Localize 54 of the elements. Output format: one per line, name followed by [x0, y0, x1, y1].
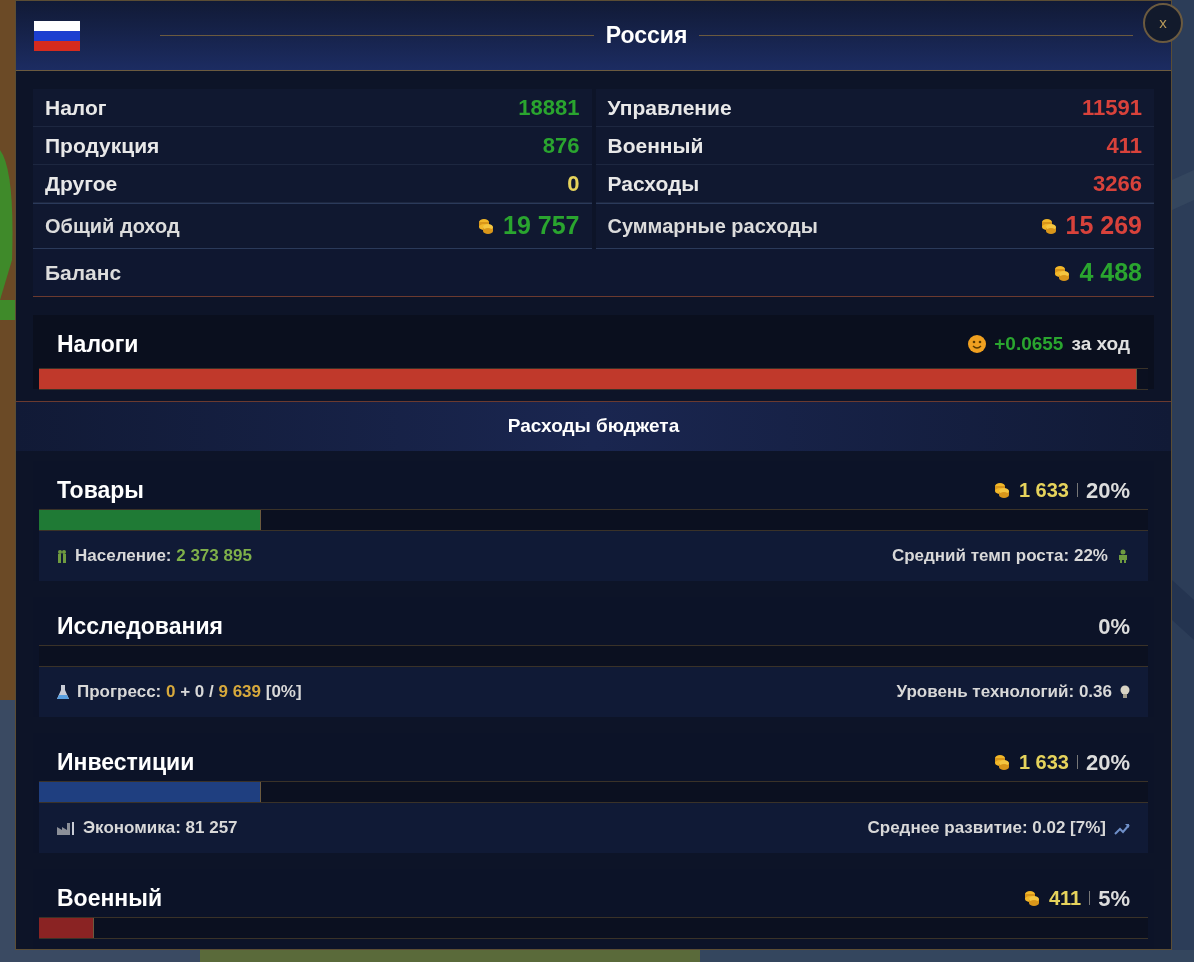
section-title: Налоги	[57, 330, 139, 360]
coins-icon	[1022, 889, 1041, 907]
stat-value: 0	[567, 170, 580, 198]
people-icon	[57, 549, 67, 563]
info-text: Экономика: 81 257	[83, 817, 238, 840]
section-title: Расходы бюджета	[507, 414, 680, 439]
info-text: Средний темп роста: 22%	[891, 545, 1108, 568]
stat-value: 4 488	[1079, 256, 1142, 288]
stat-value: 3266	[1093, 170, 1142, 198]
stat-label: Другое	[45, 170, 118, 197]
stat-label: Управление	[607, 94, 732, 121]
stat-value: 11591	[1082, 94, 1142, 122]
coins-icon	[1039, 217, 1058, 235]
stat-value: 876	[542, 132, 580, 160]
coins-icon	[992, 481, 1011, 499]
budget-title: Инвестиции	[57, 747, 195, 777]
stat-label: Налог	[45, 94, 107, 121]
budget-amount: 1 633	[1018, 750, 1069, 775]
stat-label: Расходы	[607, 170, 700, 197]
info-text: Прогресс: 0 + 0 / 9 639 [0%]	[77, 681, 302, 704]
stat-label: Общий доход	[45, 214, 180, 239]
info-text: Уровень технологий: 0.36	[896, 681, 1112, 704]
person-icon	[1116, 549, 1130, 563]
budget-title: Военный	[57, 883, 163, 913]
info-text: Население: 2 373 895	[75, 545, 252, 568]
budget-title: Товары	[57, 475, 144, 505]
tax-change: +0.0655	[994, 332, 1064, 357]
flag-icon	[34, 20, 80, 51]
trend-icon	[1114, 821, 1130, 835]
coins-icon	[477, 217, 496, 235]
stat-value: 18881	[518, 94, 580, 122]
stat-label: Баланс	[45, 259, 122, 286]
budget-percent: 5%	[1098, 884, 1130, 913]
budget-percent: 20%	[1085, 476, 1130, 505]
window-title: Россия	[605, 21, 688, 51]
stat-value: 411	[1106, 132, 1142, 160]
budget-amount: 411	[1048, 886, 1082, 911]
info-text: Среднее развитие: 0.02 [7%]	[867, 817, 1106, 840]
stat-label: Военный	[607, 132, 704, 159]
budget-amount: 1 633	[1018, 478, 1069, 503]
budget-percent: 20%	[1085, 748, 1130, 777]
coins-icon	[992, 753, 1011, 771]
factory-icon	[57, 821, 75, 835]
smiley-icon	[968, 335, 987, 354]
tax-change-unit: за ход	[1071, 332, 1130, 357]
bulb-icon	[1120, 685, 1130, 699]
stat-label: Суммарные расходы	[607, 214, 818, 239]
coins-icon	[1053, 263, 1072, 282]
budget-percent: 0%	[1098, 612, 1130, 641]
flask-icon	[57, 685, 69, 699]
stat-label: Продукция	[45, 132, 160, 159]
stat-value: 19 757	[503, 210, 580, 242]
stat-value: 15 269	[1065, 210, 1142, 242]
budget-title: Исследования	[57, 611, 223, 641]
